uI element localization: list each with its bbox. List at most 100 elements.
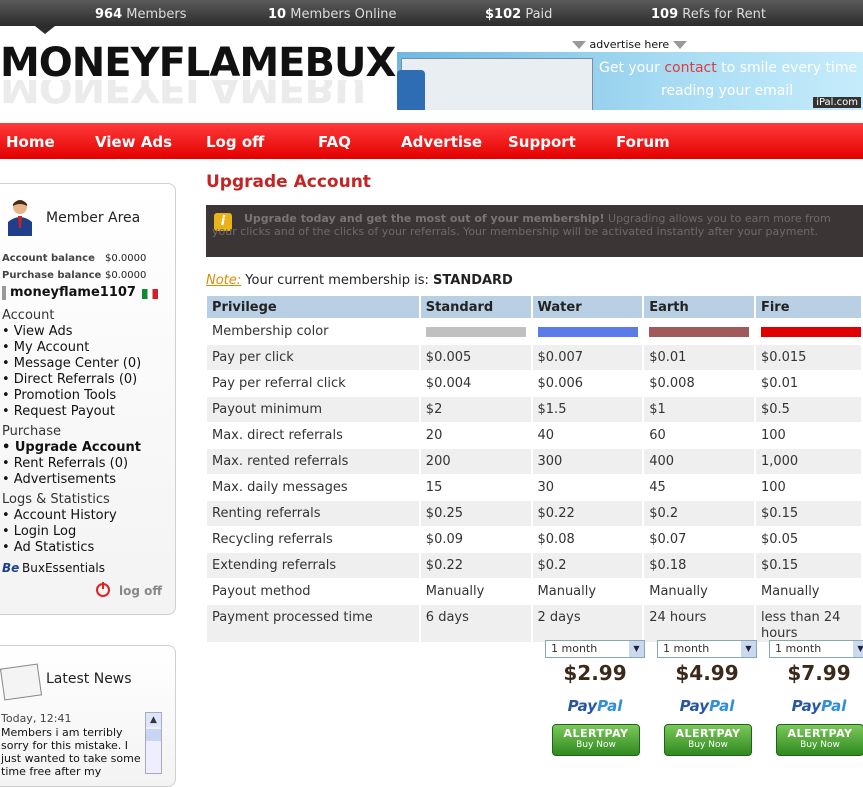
duration-select-water[interactable]: 1 month ▼ <box>545 640 645 658</box>
menu-account-history[interactable]: • Account History <box>2 508 117 523</box>
menu-request-payout[interactable]: • Request Payout <box>2 404 115 419</box>
current-membership-level: STANDARD <box>433 273 513 288</box>
privilege-label: Max. direct referrals <box>207 422 421 449</box>
nav-support[interactable]: Support <box>508 133 576 151</box>
alertpay-name: ALERTPAY <box>675 727 741 740</box>
duration-value: 1 month <box>551 642 598 655</box>
nav-forum[interactable]: Forum <box>616 133 670 151</box>
alertpay-name: ALERTPAY <box>563 727 629 740</box>
duration-value: 1 month <box>663 642 710 655</box>
nav-log-off[interactable]: Log off <box>206 133 264 151</box>
table-cell: $0.01 <box>643 344 756 371</box>
table-header-row: Privilege Standard Water Earth Fire <box>207 296 863 319</box>
paid-label: Paid <box>525 7 553 22</box>
site-logo-reflection: MONEYFLAMEBUX <box>0 80 365 110</box>
menu-login-log[interactable]: • Login Log <box>2 524 76 539</box>
duration-select-earth[interactable]: 1 month ▼ <box>657 640 757 658</box>
refs-count: 109 <box>651 7 679 22</box>
banner-line-1: Get your contact to smile every time <box>599 60 857 76</box>
paypal-button-water[interactable]: PayPal <box>545 697 645 715</box>
alertpay-button-earth[interactable]: ALERTPAY Buy Now <box>664 724 752 756</box>
color-swatch <box>649 326 750 337</box>
note-text: Your current membership is: <box>241 273 434 288</box>
chevron-down-icon: ▼ <box>629 641 644 657</box>
privilege-label: Renting referrals <box>207 500 421 527</box>
username-marker <box>2 286 6 300</box>
header-standard: Standard <box>419 296 533 319</box>
table-cell: 40 <box>531 422 645 449</box>
price-water: $2.99 <box>563 661 627 685</box>
account-balance-value: $0.0000 <box>105 253 147 264</box>
section-purchase: Purchase <box>2 424 62 439</box>
nav-view-ads[interactable]: View Ads <box>95 133 172 151</box>
mexico-flag-icon <box>142 289 158 299</box>
table-cell: $0.08 <box>531 526 645 553</box>
banner-highlight: contact <box>664 60 717 76</box>
table-cell: Manually <box>643 578 756 605</box>
menu-upgrade-account[interactable]: • Upgrade Account <box>2 440 141 455</box>
banner-line-1-start: Get your <box>599 60 665 76</box>
table-cell: less than 24 hours <box>754 604 863 642</box>
header-water: Water <box>531 296 645 319</box>
privilege-label: Payout minimum <box>207 396 421 423</box>
log-off-link[interactable]: log off <box>119 584 162 598</box>
advertise-text: advertise here <box>589 38 670 51</box>
color-swatch <box>425 326 526 337</box>
header-fire: Fire <box>754 296 863 319</box>
menu-view-ads[interactable]: • View Ads <box>2 324 72 339</box>
upgrade-info-heading: Upgrade today and get the most out of yo… <box>244 212 605 225</box>
table-cell: 60 <box>643 422 756 449</box>
duration-select-fire[interactable]: 1 month ▼ <box>769 640 863 658</box>
table-cell: Manually <box>419 578 533 605</box>
privilege-label: Payment processed time <box>207 604 421 642</box>
table-cell: $0.006 <box>531 370 645 397</box>
table-cell: 6 days <box>419 604 533 642</box>
advertise-label[interactable]: advertise here <box>572 38 687 51</box>
table-cell: $0.004 <box>419 370 533 397</box>
banner-line-2: reading your email <box>661 83 794 99</box>
table-cell: $0.015 <box>754 344 863 371</box>
menu-my-account[interactable]: • My Account <box>2 340 89 355</box>
menu-advertisements[interactable]: • Advertisements <box>2 472 116 487</box>
table-body: Membership color Pay per click $0.005 $0.00… <box>207 318 863 642</box>
power-icon[interactable] <box>96 582 110 597</box>
alertpay-button-water[interactable]: ALERTPAY Buy Now <box>552 724 640 756</box>
header-earth: Earth <box>643 296 756 319</box>
menu-message-center[interactable]: • Message Center (0) <box>2 356 141 371</box>
arrow-down-icon <box>672 41 687 49</box>
buxessentials-link[interactable]: BuxEssentials <box>22 561 105 575</box>
table-cell: $0.09 <box>419 526 533 553</box>
table-cell: $0.007 <box>531 344 645 371</box>
ad-banner[interactable]: Get your contact to smile every time rea… <box>397 52 863 110</box>
news-date: Today, 12:41 <box>1 712 72 725</box>
nav-faq[interactable]: FAQ <box>318 133 351 151</box>
arrow-down-icon <box>572 41 586 49</box>
menu-direct-referrals[interactable]: • Direct Referrals (0) <box>2 372 137 387</box>
buxessentials-icon: Be <box>2 561 20 575</box>
scroll-thumb[interactable] <box>146 729 161 741</box>
table-row: Max. daily messages 15 30 45 100 <box>207 474 863 501</box>
paypal-button-fire[interactable]: PayPal <box>769 697 863 715</box>
purchase-balance-label: Purchase balance <box>2 270 102 281</box>
stats-bar: 964 Members 10 Members Online $102 Paid … <box>0 0 863 34</box>
nav-home[interactable]: Home <box>6 133 55 151</box>
upgrade-info-text: Upgrade today and get the most out of yo… <box>212 212 857 238</box>
menu-promotion-tools[interactable]: • Promotion Tools <box>2 388 116 403</box>
nav-advertise[interactable]: Advertise <box>401 133 482 151</box>
table-cell: $0.22 <box>531 500 645 527</box>
alertpay-button-fire[interactable]: ALERTPAY Buy Now <box>776 724 863 756</box>
banner-screenshot <box>401 58 593 110</box>
table-cell: $0.2 <box>643 500 756 527</box>
scroll-up-icon[interactable]: ▲ <box>146 713 161 727</box>
news-scrollbar[interactable]: ▲ <box>145 712 162 774</box>
menu-ad-statistics[interactable]: • Ad Statistics <box>2 540 94 555</box>
table-cell: $1.5 <box>531 396 645 423</box>
table-cell: $0.07 <box>643 526 756 553</box>
price-fire: $7.99 <box>787 661 851 685</box>
table-row: Extending referrals $0.22 $0.2 $0.18 $0.15 <box>207 552 863 579</box>
price-earth: $4.99 <box>675 661 739 685</box>
paypal-button-earth[interactable]: PayPal <box>657 697 757 715</box>
menu-rent-referrals[interactable]: • Rent Referrals (0) <box>2 456 128 471</box>
table-row: Payout minimum $2 $1.5 $1 $0.5 <box>207 396 863 423</box>
paypal-pal: Pal <box>597 697 623 715</box>
